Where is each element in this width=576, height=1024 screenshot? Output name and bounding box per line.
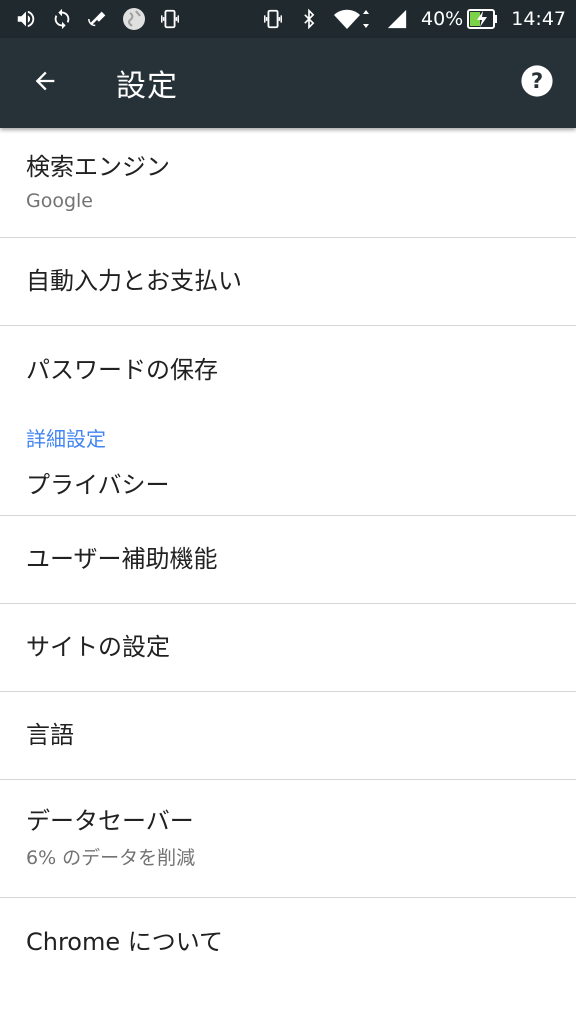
status-right-icons: 40% 14:47: [261, 7, 566, 31]
battery-percent: 40%: [421, 8, 464, 30]
setting-title: 言語: [26, 721, 74, 750]
section-header-advanced: 詳細設定: [26, 426, 106, 451]
bluetooth-icon: [297, 7, 321, 31]
arrow-back-icon: [31, 67, 59, 99]
vibrate-icon: [158, 7, 182, 31]
help-button[interactable]: ?: [516, 62, 558, 104]
status-bar: 40% 14:47: [0, 0, 576, 38]
volume-icon: [14, 7, 38, 31]
battery-charging-icon: [467, 7, 499, 31]
setting-save-passwords[interactable]: パスワードの保存: [0, 326, 576, 414]
battery-indicator: 40%: [421, 7, 499, 31]
settings-list: 検索エンジン Google 自動入力とお支払い パスワードの保存 詳細設定 プラ…: [0, 128, 576, 986]
setting-autofill-payments[interactable]: 自動入力とお支払い: [0, 238, 576, 325]
setting-privacy[interactable]: プライバシー: [0, 456, 576, 515]
setting-search-engine[interactable]: 検索エンジン Google: [0, 128, 576, 237]
back-button[interactable]: [9, 47, 81, 119]
setting-title: 検索エンジン: [26, 153, 170, 182]
setting-title: サイトの設定: [26, 633, 170, 662]
help-icon: ?: [520, 64, 554, 102]
setting-data-saver[interactable]: データセーバー 6% のデータを削減: [0, 780, 576, 897]
setting-title: ユーザー補助機能: [26, 545, 218, 574]
satellite-icon: [86, 7, 110, 31]
setting-site-settings[interactable]: サイトの設定: [0, 604, 576, 691]
vibrate-icon: [261, 7, 285, 31]
setting-title: データセーバー: [26, 806, 194, 835]
wifi-icon: [333, 7, 373, 31]
setting-title: Chrome について: [26, 927, 224, 956]
setting-about-chrome[interactable]: Chrome について: [0, 898, 576, 986]
signal-icon: [385, 7, 409, 31]
app-bar: 設定 ?: [0, 38, 576, 128]
setting-language[interactable]: 言語: [0, 692, 576, 779]
svg-text:?: ?: [531, 69, 543, 94]
setting-accessibility[interactable]: ユーザー補助機能: [0, 516, 576, 603]
clock: 14:47: [511, 8, 566, 30]
globe-icon: [122, 7, 146, 31]
setting-subtitle: Google: [26, 189, 94, 212]
page-title: 設定: [116, 69, 178, 104]
setting-title: 自動入力とお支払い: [26, 267, 242, 296]
status-left-icons: [14, 7, 182, 31]
setting-subtitle: 6% のデータを削減: [26, 847, 196, 870]
setting-title: プライバシー: [26, 471, 170, 500]
sync-icon: [50, 7, 74, 31]
setting-title: パスワードの保存: [26, 355, 218, 384]
